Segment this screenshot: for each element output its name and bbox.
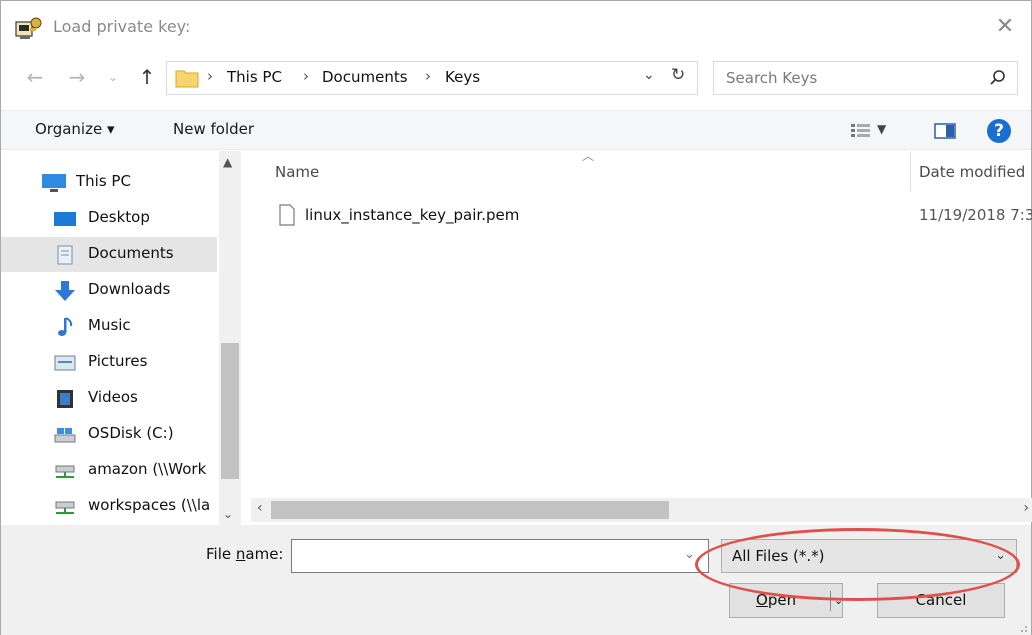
back-button[interactable]: ← <box>21 61 49 93</box>
nav-label: workspaces (\\la <box>88 496 211 514</box>
view-options-dropdown[interactable]: ▼ <box>877 122 886 136</box>
breadcrumb-separator: › <box>303 67 309 85</box>
sort-ascending-icon: ︿ <box>582 149 595 163</box>
cancel-button[interactable]: Cancel <box>877 583 1005 618</box>
forward-arrow-icon: → <box>68 65 86 89</box>
file-name-dropdown-chevron-icon[interactable]: ⌄ <box>684 547 695 562</box>
file-name-input[interactable] <box>291 539 709 573</box>
label-part: File <box>206 545 236 563</box>
organize-button[interactable]: Organize ▾ <box>35 120 115 138</box>
search-box[interactable]: Search Keys <box>713 61 1018 95</box>
resize-grip-icon[interactable] <box>1016 621 1028 633</box>
breadcrumb-separator: › <box>207 67 213 85</box>
file-type-filter-value: All Files (*.*) <box>732 547 825 565</box>
chevron-down-icon: ⌄ <box>995 548 1006 563</box>
column-header-name[interactable]: Name <box>275 163 319 181</box>
title-bar: Load private key: ✕ <box>1 1 1031 55</box>
file-name-label: File name: <box>206 545 283 563</box>
music-icon <box>58 317 73 336</box>
navigation-pane: This PC Desktop Documents Downloads Musi… <box>1 151 241 529</box>
breadcrumb-documents[interactable]: Documents <box>322 68 408 86</box>
preview-pane-icon[interactable] <box>934 123 956 139</box>
network-drive-icon <box>55 465 75 478</box>
label-part: ame: <box>245 545 284 563</box>
open-options-dropdown-icon[interactable]: ⌄ <box>834 584 843 617</box>
address-history-dropdown[interactable]: ⌄ <box>643 67 655 83</box>
label-part: pen <box>767 591 797 609</box>
column-divider[interactable] <box>910 151 911 191</box>
scroll-down-icon[interactable]: ⌄ <box>223 507 233 521</box>
scroll-left-icon[interactable]: ‹ <box>257 500 263 516</box>
open-button-label: Open <box>756 584 796 617</box>
address-bar[interactable]: › This PC › Documents › Keys ⌄ ↻ <box>166 61 698 95</box>
scrollbar-thumb[interactable] <box>221 343 239 479</box>
desktop-icon <box>54 212 76 226</box>
load-private-key-dialog: Load private key: ✕ ← → ⌄ ↑ › This PC › … <box>0 0 1032 635</box>
nav-label: Music <box>88 316 131 334</box>
search-icon <box>990 70 1005 85</box>
nav-label: Pictures <box>88 352 148 370</box>
file-type-filter-select[interactable]: All Files (*.*) ⌄ <box>721 539 1017 573</box>
nav-item-downloads[interactable]: Downloads <box>1 273 217 308</box>
nav-label: Videos <box>88 388 138 406</box>
breadcrumb-this-pc[interactable]: This PC <box>227 68 282 86</box>
scroll-up-icon[interactable]: ▲ <box>223 155 232 169</box>
nav-item-desktop[interactable]: Desktop <box>1 201 217 236</box>
nav-item-workspaces-share[interactable]: workspaces (\\la <box>1 489 217 524</box>
file-date-modified: 11/19/2018 7:3 <box>919 206 1032 224</box>
nav-item-videos[interactable]: Videos <box>1 381 217 416</box>
view-options-icon[interactable] <box>850 122 872 140</box>
file-icon <box>279 204 295 226</box>
documents-icon <box>57 245 73 265</box>
nav-item-amazon-share[interactable]: amazon (\\Work <box>1 453 217 488</box>
nav-label: Downloads <box>88 280 171 298</box>
pictures-icon <box>54 355 76 371</box>
scrollbar-thumb[interactable] <box>271 501 669 519</box>
nav-label: Desktop <box>88 208 150 226</box>
column-header-date-modified[interactable]: Date modified <box>919 163 1025 181</box>
nav-label: Documents <box>88 244 174 262</box>
back-arrow-icon: ← <box>26 65 44 89</box>
chevron-down-icon: ⌄ <box>107 70 119 84</box>
recent-locations-button[interactable]: ⌄ <box>99 61 127 93</box>
nav-item-music[interactable]: Music <box>1 309 217 344</box>
puttygen-app-icon <box>15 17 42 39</box>
up-arrow-icon: ↑ <box>138 65 156 89</box>
drive-icon <box>54 428 76 443</box>
close-button[interactable]: ✕ <box>989 11 1021 43</box>
breadcrumb-separator: › <box>425 67 431 85</box>
file-list-row[interactable]: linux_instance_key_pair.pem 11/19/2018 7… <box>269 199 1032 233</box>
monitor-icon <box>42 174 66 192</box>
nav-label: This PC <box>76 172 131 190</box>
up-button[interactable]: ↑ <box>133 61 161 93</box>
nav-item-this-pc[interactable]: This PC <box>1 165 217 200</box>
new-folder-button[interactable]: New folder <box>173 120 254 138</box>
nav-item-documents[interactable]: Documents <box>1 237 217 272</box>
file-name-panel: File name: ⌄ All Files (*.*) ⌄ Open ⌄ Ca… <box>1 525 1031 635</box>
nav-label: amazon (\\Work <box>88 460 207 478</box>
window-title: Load private key: <box>53 17 191 36</box>
refresh-icon[interactable]: ↻ <box>671 65 685 85</box>
file-name: linux_instance_key_pair.pem <box>305 206 520 224</box>
download-icon <box>55 281 75 301</box>
label-accelerator: n <box>235 545 246 563</box>
folder-icon <box>175 70 199 88</box>
file-list-horizontal-scrollbar[interactable]: ‹ › <box>251 498 1032 522</box>
nav-item-osdisk[interactable]: OSDisk (C:) <box>1 417 217 452</box>
command-bar: Organize ▾ New folder ▼ ? <box>1 110 1031 150</box>
scroll-right-icon[interactable]: › <box>1023 500 1029 516</box>
label-accelerator: O <box>756 591 768 609</box>
nav-pane-scrollbar[interactable]: ▲ ⌄ <box>219 151 241 529</box>
split-divider <box>830 591 831 611</box>
nav-item-pictures[interactable]: Pictures <box>1 345 217 380</box>
search-input[interactable]: Search Keys <box>726 69 817 87</box>
help-icon[interactable]: ? <box>987 119 1011 143</box>
network-drive-icon <box>55 501 75 514</box>
videos-icon <box>57 390 73 408</box>
open-button[interactable]: Open ⌄ <box>729 583 843 618</box>
forward-button[interactable]: → <box>63 61 91 93</box>
breadcrumb-keys[interactable]: Keys <box>445 68 480 86</box>
nav-label: OSDisk (C:) <box>88 424 174 442</box>
close-icon: ✕ <box>995 14 1015 39</box>
